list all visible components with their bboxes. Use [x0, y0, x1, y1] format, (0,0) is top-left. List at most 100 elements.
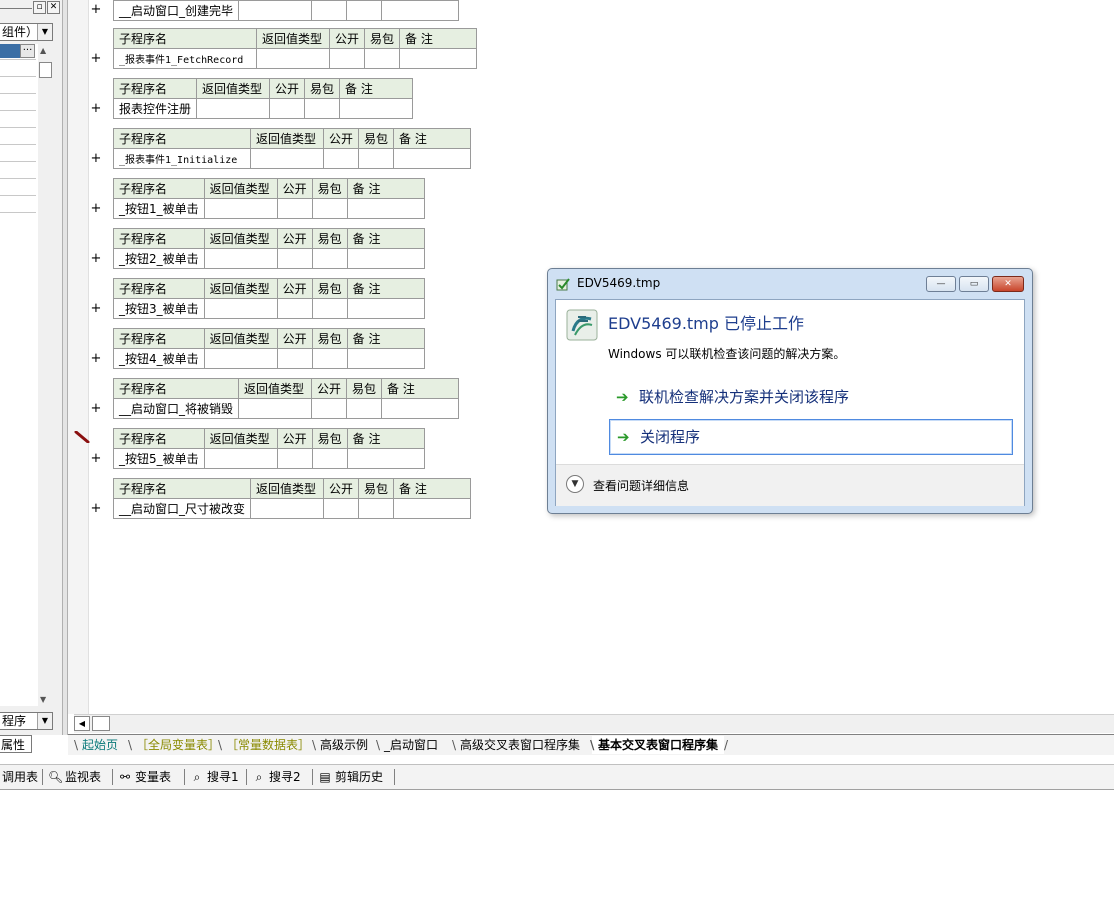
chevron-down-icon[interactable]: ▼	[37, 24, 52, 40]
table-cell[interactable]	[346, 298, 425, 319]
table-cell[interactable]	[311, 448, 348, 469]
table-cell[interactable]	[276, 448, 313, 469]
property-grid[interactable]: ···	[0, 44, 39, 706]
component-combo[interactable]: 组件） ▼	[0, 23, 53, 41]
scroll-thumb[interactable]	[92, 716, 110, 731]
scroll-thumb[interactable]	[39, 62, 52, 78]
table-cell[interactable]	[196, 98, 271, 119]
tab-6[interactable]: 高级交叉表窗口程序集	[452, 736, 586, 754]
chevron-down-icon[interactable]: ▼	[37, 713, 52, 729]
sub-name-cell[interactable]: _按钮3_被单击	[113, 298, 205, 319]
close-program-option[interactable]: ➔ 关闭程序	[609, 419, 1013, 455]
tab-properties[interactable]: 属性	[0, 735, 32, 753]
table-cell[interactable]	[311, 398, 348, 419]
tab-2[interactable]: ［全局变量表］	[128, 736, 226, 754]
table-cell[interactable]	[311, 298, 348, 319]
close-button[interactable]: ✕	[992, 276, 1024, 292]
table-cell[interactable]	[250, 498, 325, 519]
scroll-down-icon[interactable]: ▼	[40, 695, 46, 704]
expand-icon[interactable]: +	[90, 202, 102, 216]
table-cell[interactable]	[203, 448, 278, 469]
table-cell[interactable]	[346, 348, 425, 369]
table-cell[interactable]	[358, 148, 395, 169]
table-cell[interactable]	[311, 248, 348, 269]
sub-name-cell[interactable]: 报表控件注册	[112, 98, 198, 119]
table-cell[interactable]	[346, 198, 425, 219]
program-combo[interactable]: 程序 ▼	[0, 712, 53, 730]
table-cell[interactable]	[393, 498, 472, 519]
table-cell[interactable]	[269, 98, 306, 119]
tab-4[interactable]: 高级示例	[312, 736, 374, 754]
check-online-option[interactable]: ➔ 联机检查解决方案并关闭该程序	[609, 380, 1013, 416]
restore-panel-icon[interactable]: ▫	[33, 1, 46, 14]
table-cell[interactable]	[203, 198, 278, 219]
scroll-left-icon[interactable]: ◀	[74, 716, 90, 731]
tab-1[interactable]: 起始页	[74, 736, 124, 754]
expand-icon[interactable]: +	[90, 352, 102, 366]
expand-icon[interactable]: +	[90, 52, 102, 66]
expand-icon[interactable]: +	[90, 102, 102, 116]
table-cell[interactable]	[276, 298, 313, 319]
table-cell[interactable]	[328, 48, 366, 69]
expand-icon[interactable]: +	[90, 452, 102, 466]
toolbar-item-4[interactable]: ⌕ 搜寻1	[190, 768, 239, 786]
table-cell[interactable]	[399, 48, 478, 69]
toolbar-item-3[interactable]: ⚯ 变量表	[118, 768, 171, 786]
table-cell[interactable]	[339, 98, 414, 119]
table-cell[interactable]	[203, 348, 278, 369]
horizontal-scrollbar[interactable]: ◀	[74, 714, 1114, 733]
sub-name-cell[interactable]: _按钮4_被单击	[113, 348, 205, 369]
sub-name-cell[interactable]: _报表事件1_FetchRecord	[113, 48, 257, 69]
table-cell[interactable]	[346, 398, 383, 419]
table-cell[interactable]	[276, 198, 313, 219]
expand-icon[interactable]: +	[90, 252, 102, 266]
toolbar-item-2[interactable]: 🔍︎ 监视表	[48, 768, 101, 786]
table-cell[interactable]	[323, 498, 360, 519]
table-cell[interactable]	[346, 248, 425, 269]
toolbar-item-1[interactable]: 调用表	[2, 768, 38, 786]
tab-5[interactable]: _启动窗口	[376, 736, 444, 754]
ellipsis-button[interactable]: ···	[20, 44, 35, 58]
expand-icon[interactable]: +	[90, 402, 102, 416]
table-cell[interactable]	[311, 198, 348, 219]
table-cell[interactable]	[256, 48, 330, 69]
table-cell[interactable]	[276, 248, 313, 269]
dialog-titlebar[interactable]: EDV5469.tmp — ▭ ✕	[548, 269, 1032, 299]
table-cell[interactable]	[311, 348, 348, 369]
sub-name-cell[interactable]: __启动窗口_尺寸被改变	[112, 498, 252, 519]
table-cell[interactable]	[346, 448, 425, 469]
table-cell[interactable]	[364, 48, 401, 69]
table-cell[interactable]	[304, 98, 341, 119]
sub-name-cell[interactable]: _按钮5_被单击	[113, 448, 205, 469]
table-cell[interactable]	[276, 348, 313, 369]
table-cell[interactable]	[238, 398, 313, 419]
sub-name-cell[interactable]: _按钮2_被单击	[113, 248, 205, 269]
property-row-selected[interactable]	[0, 44, 20, 58]
close-panel-icon[interactable]: ✕	[47, 1, 60, 14]
property-scrollbar[interactable]: ▲ ▼	[38, 44, 52, 706]
tab-7[interactable]: 基本交叉表窗口程序集	[590, 736, 728, 754]
expand-icon[interactable]: +	[90, 502, 102, 516]
expand-icon[interactable]: +	[90, 152, 102, 166]
sub-name-cell[interactable]: __启动窗口_将被销毁	[112, 398, 240, 419]
tab-3[interactable]: ［常量数据表］	[218, 736, 316, 754]
chevron-down-icon[interactable]: ▼	[566, 475, 584, 493]
toolbar-item-5[interactable]: ⌕ 搜寻2	[252, 768, 301, 786]
table-cell[interactable]	[203, 298, 278, 319]
scroll-up-icon[interactable]: ▲	[40, 46, 46, 55]
table-cell[interactable]	[203, 248, 278, 269]
table-cell[interactable]	[381, 398, 460, 419]
table-cell[interactable]	[250, 148, 324, 169]
toolbar-item-6[interactable]: ▤ 剪辑历史	[318, 768, 383, 786]
table-cell[interactable]	[393, 148, 472, 169]
view-details-link[interactable]: 查看问题详细信息	[593, 477, 689, 494]
minimize-button[interactable]: —	[926, 276, 956, 292]
expand-icon[interactable]: +	[90, 302, 102, 316]
sub-name-cell[interactable]: _报表事件1_Initialize	[113, 148, 251, 169]
sub-name-cell[interactable]: __启动窗口_创建完毕	[112, 0, 240, 21]
maximize-button[interactable]: ▭	[959, 276, 989, 292]
expand-icon[interactable]: +	[90, 3, 102, 17]
table-cell[interactable]	[358, 498, 395, 519]
sub-name-cell[interactable]: _按钮1_被单击	[113, 198, 205, 219]
table-cell[interactable]	[322, 148, 360, 169]
